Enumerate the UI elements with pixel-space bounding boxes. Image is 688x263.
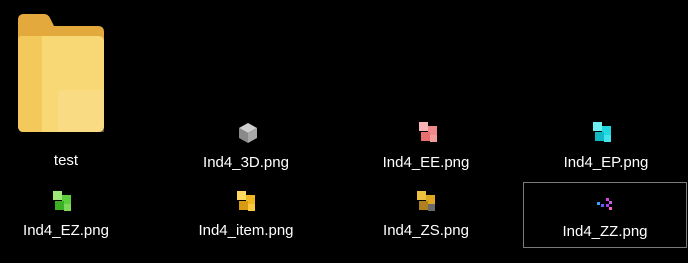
file-name-label: Ind4_EE.png xyxy=(382,154,470,171)
file-item-ind4-item[interactable]: Ind4_item.png xyxy=(186,182,306,248)
file-item-test[interactable]: test xyxy=(6,2,126,178)
file-name-label: Ind4_EZ.png xyxy=(23,222,109,239)
file-name-label: Ind4_EP.png xyxy=(563,154,649,171)
file-name-label: Ind4_ZS.png xyxy=(383,222,469,239)
file-item-ind4-ez[interactable]: Ind4_EZ.png xyxy=(6,182,126,248)
cubes-yellow-icon xyxy=(234,189,258,213)
dots-multicolor-icon xyxy=(597,197,613,211)
cubes-green-icon xyxy=(50,189,74,213)
cubes-yellow-dark-icon xyxy=(414,189,438,213)
file-name-label: Ind4_3D.png xyxy=(203,154,289,171)
cubes-cyan-icon xyxy=(590,120,614,144)
file-explorer-view: test Ind4_3D.png Ind4_EE.png Ind4_EP.png… xyxy=(0,0,688,263)
file-item-ind4-ee[interactable]: Ind4_EE.png xyxy=(366,110,486,178)
folder-icon xyxy=(18,14,104,132)
file-item-ind4-ep[interactable]: Ind4_EP.png xyxy=(546,110,666,178)
cubes-pink-icon xyxy=(416,120,440,144)
cube-gray-icon xyxy=(238,122,258,144)
file-item-ind4-zs[interactable]: Ind4_ZS.png xyxy=(366,182,486,248)
file-name-label: Ind4_ZZ.png xyxy=(562,223,648,240)
file-item-ind4-zz[interactable]: Ind4_ZZ.png xyxy=(523,182,687,248)
file-name-label: Ind4_item.png xyxy=(198,222,294,239)
file-name-label: test xyxy=(53,152,79,169)
file-item-ind4-3d[interactable]: Ind4_3D.png xyxy=(186,110,306,178)
